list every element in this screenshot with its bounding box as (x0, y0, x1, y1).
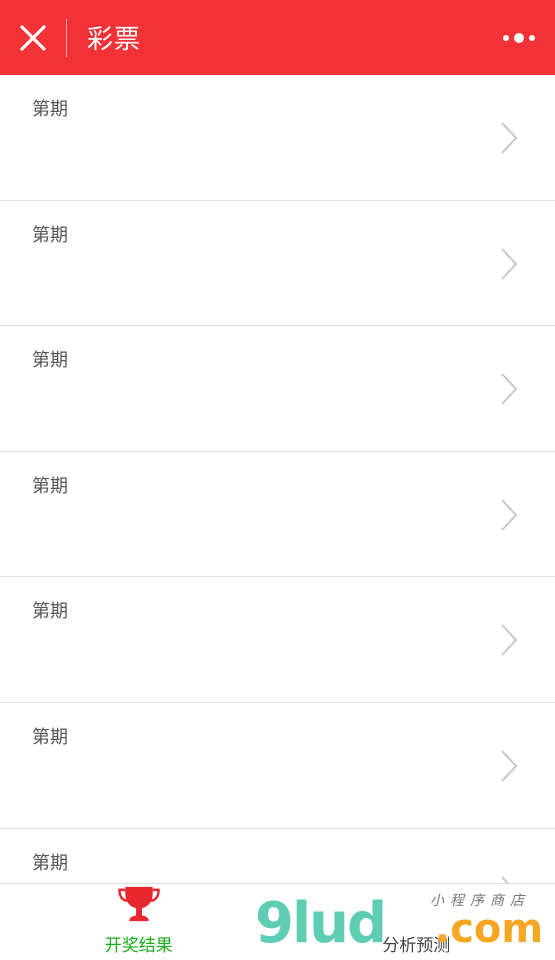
chevron-right-icon (501, 247, 518, 280)
tab-bar: 开奖结果 分析预测 (0, 883, 555, 960)
tab-results[interactable]: 开奖结果 (0, 884, 278, 960)
tab-analysis-label: 分析预测 (382, 936, 451, 956)
list-item-label: 第期 (32, 852, 68, 874)
list-item-label: 第期 (32, 475, 68, 497)
chevron-right-icon (501, 624, 518, 657)
header-divider (66, 18, 67, 57)
list-item[interactable]: 第期 (0, 326, 555, 452)
list-item-label: 第期 (32, 224, 68, 246)
chevron-right-icon (501, 875, 510, 883)
chevron-right-icon (501, 373, 518, 405)
list-item-label: 第期 (32, 726, 68, 748)
chevron-right-icon (501, 122, 518, 154)
close-button[interactable] (0, 0, 66, 75)
draw-list: 第期 第期 第期 第期 第期 第期 第期 (0, 75, 555, 883)
list-item[interactable]: 第期 (0, 577, 555, 703)
list-item[interactable]: 第期 (0, 200, 555, 327)
more-icon-right (529, 35, 535, 41)
list-item-label: 第期 (32, 99, 68, 120)
list-item-label: 第期 (32, 350, 68, 372)
chevron-right-icon (501, 750, 518, 782)
list-item[interactable]: 第期 (0, 702, 555, 829)
more-button[interactable] (499, 22, 539, 54)
tab-analysis[interactable]: 分析预测 (278, 884, 555, 960)
list-item-label: 第期 (32, 601, 68, 623)
trophy-icon (117, 886, 160, 922)
list-item[interactable]: 第期 (0, 828, 555, 883)
chart-icon (393, 884, 439, 929)
chevron-right-icon (501, 499, 518, 531)
more-icon (503, 35, 509, 41)
list-item[interactable]: 第期 (0, 75, 555, 201)
tab-results-label: 开奖结果 (104, 936, 173, 956)
page-title: 彩票 (87, 25, 142, 55)
nav-header: 彩票 (0, 0, 555, 75)
more-icon-center (514, 33, 524, 43)
close-icon (20, 24, 46, 51)
list-item[interactable]: 第期 (0, 451, 555, 578)
